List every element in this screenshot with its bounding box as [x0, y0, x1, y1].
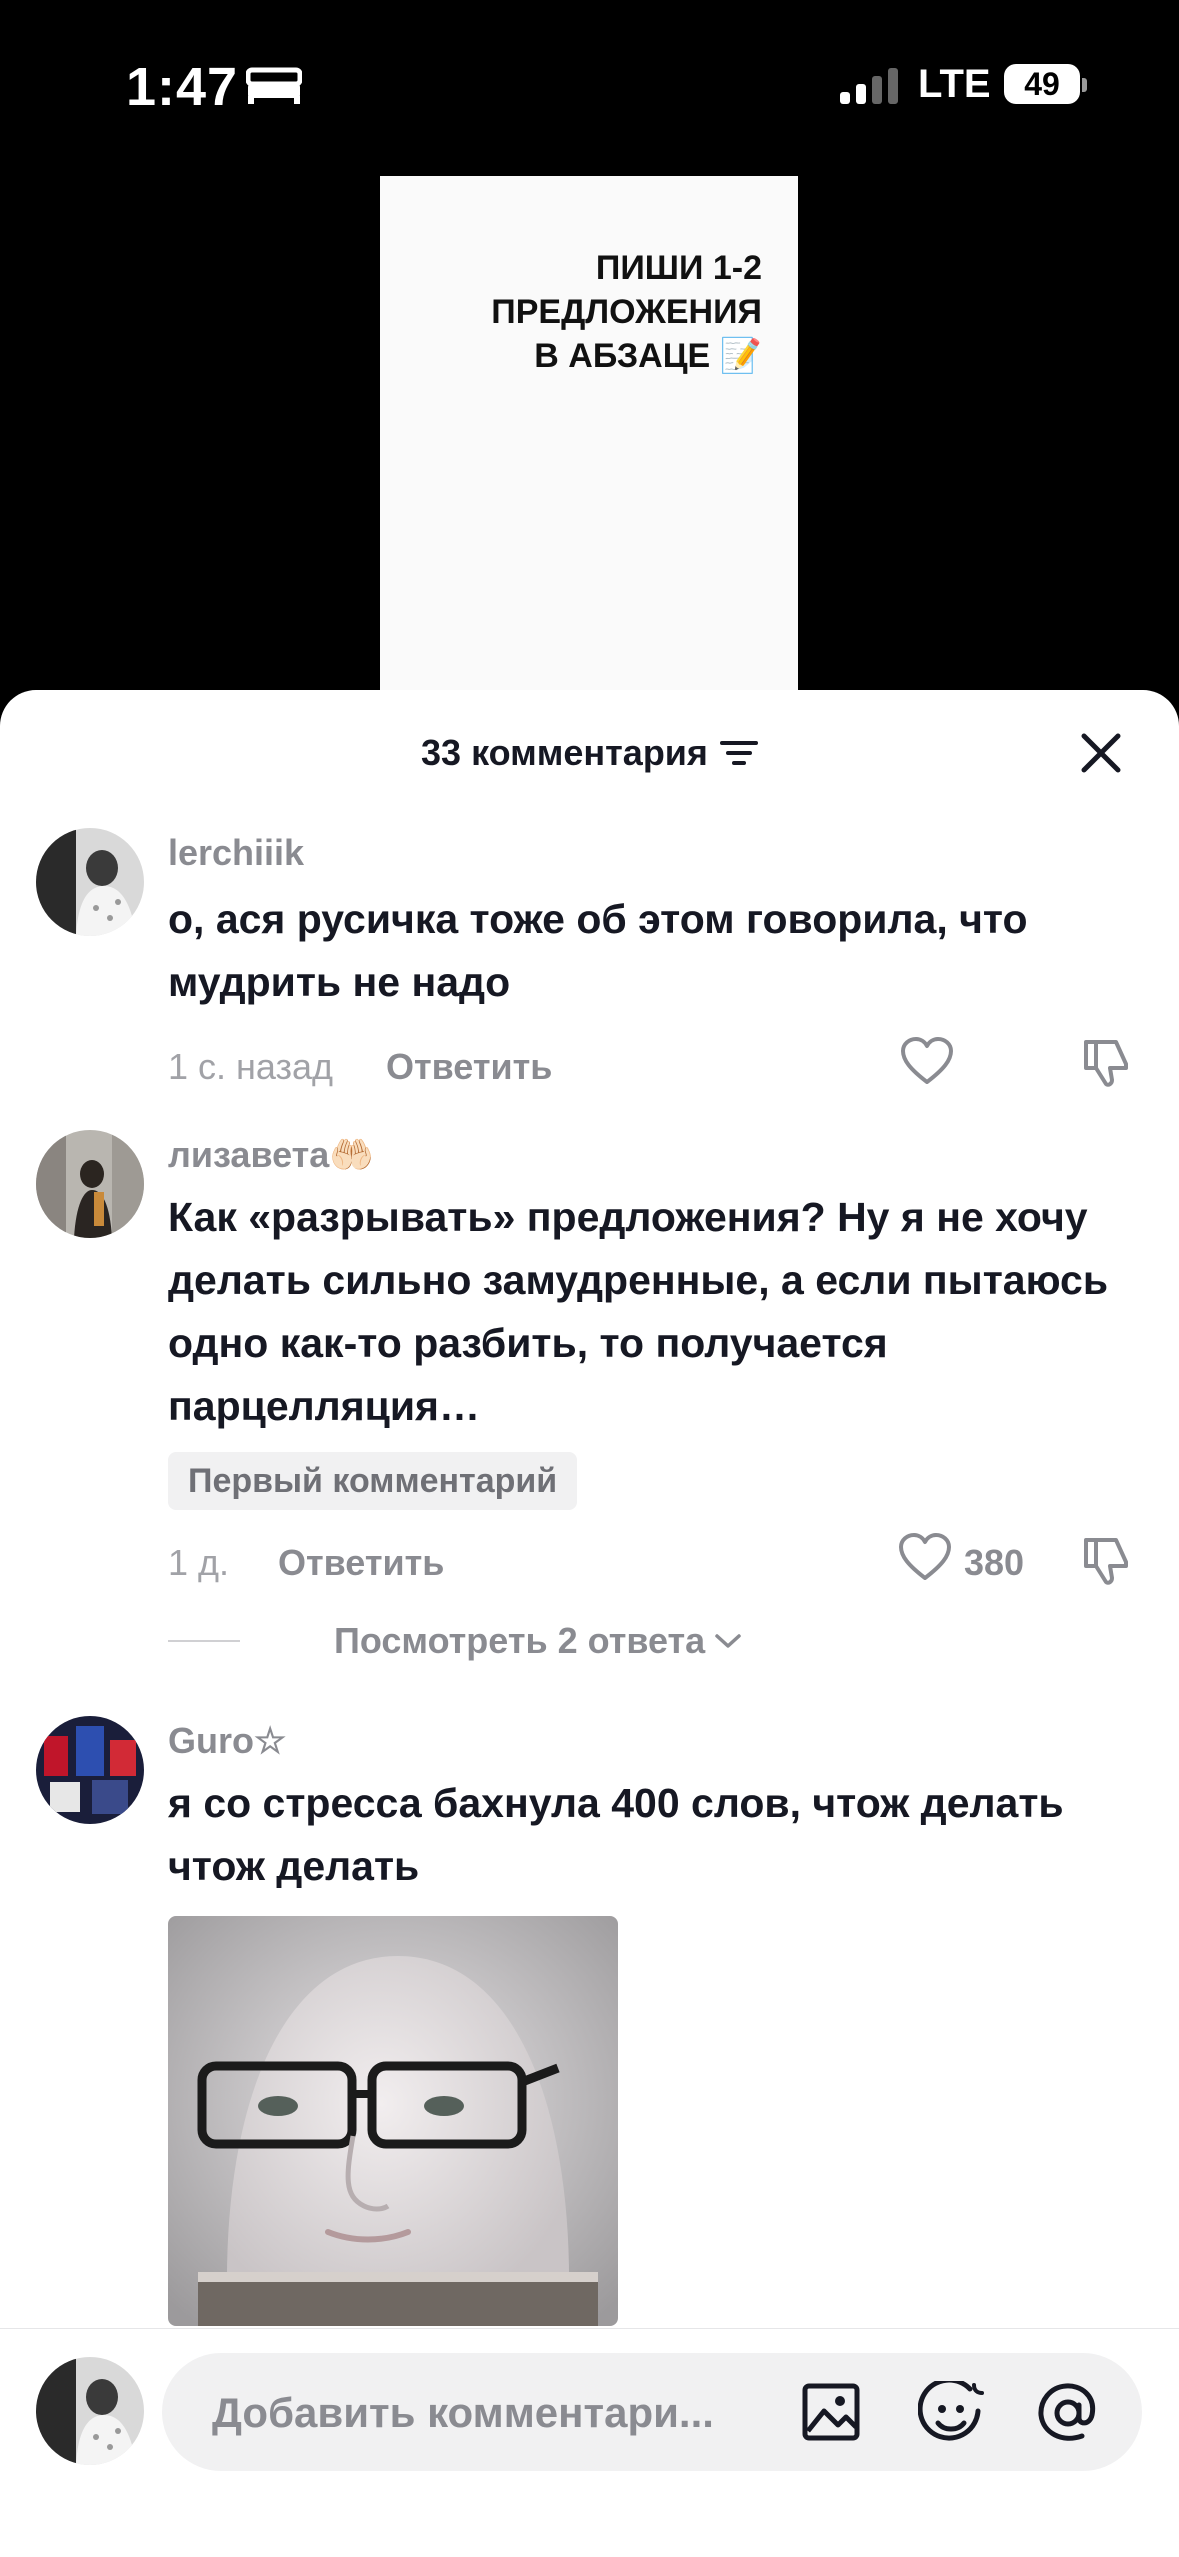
comment-input-placeholder: Добавить комментари... — [212, 2389, 714, 2436]
video-caption-line: ПИШИ 1-2 — [595, 249, 762, 287]
comments-header: 33 комментария — [0, 732, 1179, 774]
comment-input[interactable]: Добавить комментари... — [162, 2353, 1142, 2471]
video-caption-line: В АБЗАЦЕ 📝 — [534, 337, 762, 375]
replies-divider — [168, 1640, 240, 1642]
chevron-down-icon — [715, 1634, 741, 1648]
bed-icon — [246, 67, 302, 104]
comment-text: я со стресса бахнула 400 слов, чтож дела… — [168, 1780, 1064, 1889]
reply-button[interactable]: Ответить — [278, 1542, 444, 1584]
comment-image[interactable] — [168, 1916, 618, 2326]
at-icon[interactable] — [1036, 2381, 1100, 2445]
thumbs-down-icon[interactable] — [1080, 1036, 1132, 1088]
heart-icon[interactable] — [900, 1036, 954, 1086]
signal-icon — [840, 68, 898, 104]
view-replies-button[interactable]: Посмотреть 2 ответа — [168, 1620, 743, 1662]
video-caption: ПИШИ 1-2 ПРЕДЛОЖЕНИЯ В АБЗАЦЕ 📝 — [422, 246, 762, 378]
close-icon[interactable] — [1076, 728, 1126, 778]
image-icon[interactable] — [800, 2381, 862, 2443]
avatar[interactable] — [36, 1716, 144, 1824]
comment-username[interactable]: lerchiiik — [168, 832, 304, 874]
comments-count-title: 33 комментария — [421, 732, 708, 773]
status-bar: 1:47 LTE 49 — [0, 0, 1179, 170]
comment-time: 1 с. назад — [168, 1046, 334, 1087]
video-caption-line: ПРЕДЛОЖЕНИЯ — [491, 293, 762, 331]
like-count: 380 — [964, 1542, 1025, 1583]
comment-text: о, ася русичка тоже об этом говорила, чт… — [168, 896, 1028, 1005]
reply-button[interactable]: Ответить — [386, 1046, 552, 1088]
battery-tip — [1082, 78, 1087, 92]
current-user-avatar — [36, 2357, 144, 2465]
first-comment-badge: Первый комментарий — [168, 1452, 578, 1510]
heart-icon[interactable] — [898, 1532, 952, 1582]
view-replies-label: Посмотреть 2 ответа — [334, 1620, 706, 1661]
comment-username[interactable]: лизавета🤲🏻 — [168, 1134, 374, 1176]
comment-input-bar: Добавить комментари... — [0, 2328, 1179, 2557]
emoji-icon[interactable] — [918, 2381, 984, 2447]
network-type: LTE — [918, 62, 991, 106]
video-preview[interactable]: ПИШИ 1-2 ПРЕДЛОЖЕНИЯ В АБЗАЦЕ 📝 — [380, 176, 798, 706]
comment-username[interactable]: Guro☆ — [168, 1720, 286, 1762]
avatar[interactable] — [36, 1130, 144, 1238]
comments-sheet: 33 комментария lerchiiik о, ася русичка … — [0, 690, 1179, 2556]
battery-level: 49 — [1004, 64, 1080, 104]
status-time: 1:47 — [126, 57, 239, 117]
comment-text: Как «разрывать» предложения? Ну я не хоч… — [168, 1194, 1109, 1429]
avatar[interactable] — [36, 828, 144, 936]
comment-time: 1 д. — [168, 1542, 230, 1583]
filter-icon[interactable] — [719, 738, 758, 768]
thumbs-down-icon[interactable] — [1080, 1534, 1132, 1586]
